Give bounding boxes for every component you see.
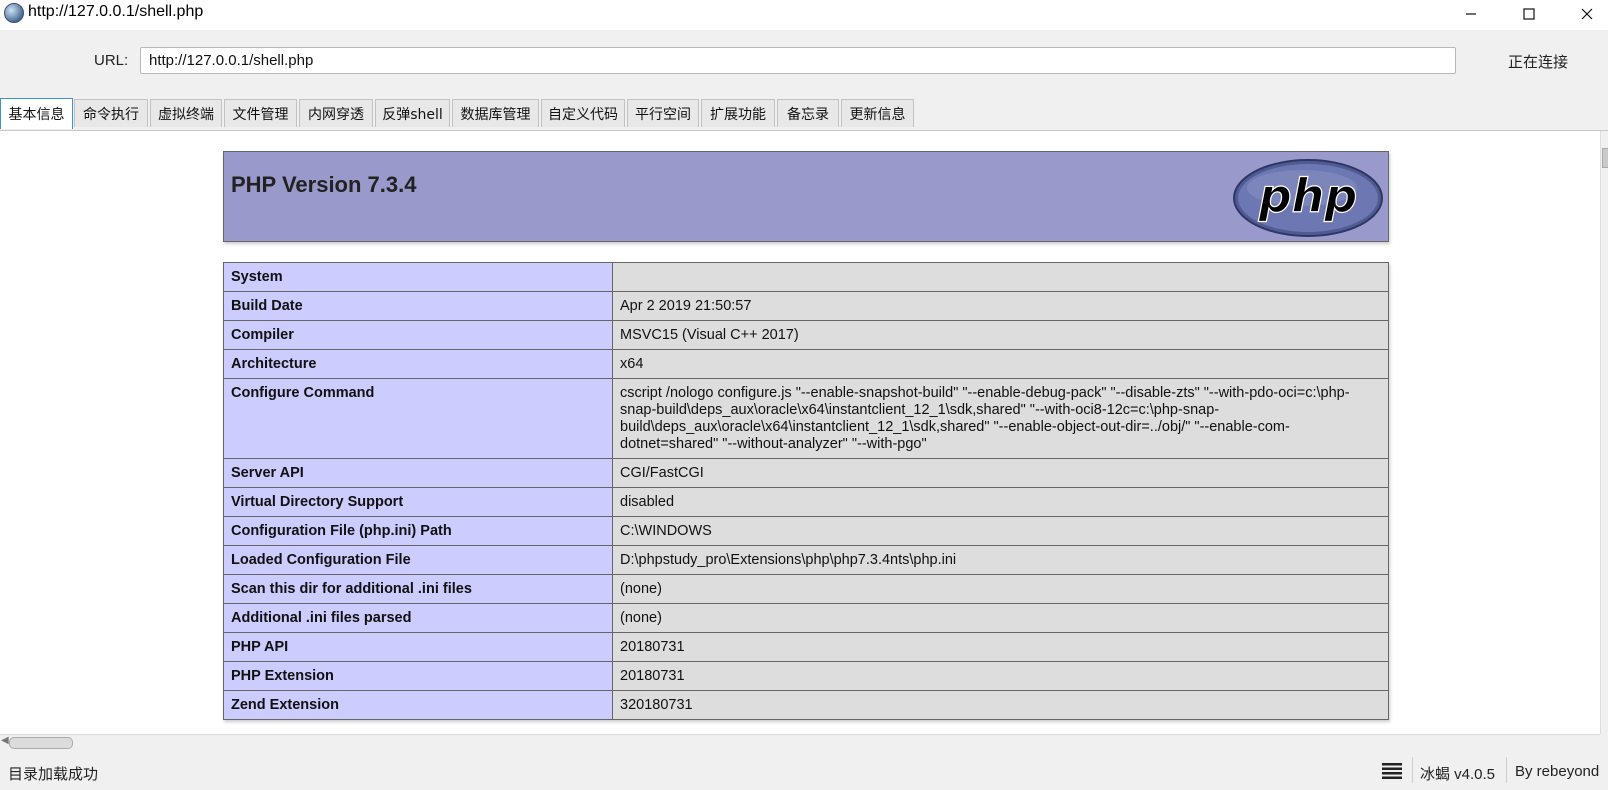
phpinfo-key: Additional .ini files parsed — [223, 603, 613, 633]
phpinfo-value: D:\phpstudy_pro\Extensions\php\php7.3.4n… — [612, 545, 1389, 575]
scroll-left-arrow-icon[interactable]: ◀ — [1, 735, 9, 746]
phpinfo-row: Build Date Apr 2 2019 21:50:57 — [223, 291, 1389, 321]
phpinfo-key: Configuration File (php.ini) Path — [223, 516, 613, 546]
phpinfo-row: PHP API 20180731 — [223, 632, 1389, 662]
horizontal-scroll-thumb[interactable] — [9, 737, 73, 749]
phpinfo-value: 20180731 — [612, 632, 1389, 662]
phpinfo-row: Server API CGI/FastCGI — [223, 458, 1389, 488]
phpinfo-key: Loaded Configuration File — [223, 545, 613, 575]
vertical-scroll-thumb[interactable] — [1602, 148, 1608, 168]
tab-memo[interactable]: 备忘录 — [777, 99, 839, 127]
connection-status: 正在连接 — [1508, 54, 1569, 71]
phpinfo-row: Compiler MSVC15 (Visual C++ 2017) — [223, 320, 1389, 350]
php-version-header: PHP Version 7.3.4 php — [223, 151, 1389, 242]
status-separator — [1506, 757, 1507, 783]
phpinfo-row: Architecture x64 — [223, 349, 1389, 379]
phpinfo-table: System Build Date Apr 2 2019 21:50:57 Comp… — [223, 262, 1389, 720]
url-bar: URL: 正在连接 — [0, 30, 1608, 92]
phpinfo-key: Architecture — [223, 349, 613, 379]
tab-bar: 基本信息 命令执行 虚拟终端 文件管理 内网穿透 反弹shell 数据库管理 自… — [0, 98, 1608, 131]
phpinfo-row: Virtual Directory Support disabled — [223, 487, 1389, 517]
phpinfo-value: C:\WINDOWS — [612, 516, 1389, 546]
app-icon — [4, 3, 24, 23]
phpinfo-value: 20180731 — [612, 661, 1389, 691]
horizontal-scrollbar[interactable] — [0, 734, 1600, 749]
tab-update-info[interactable]: 更新信息 — [841, 99, 914, 127]
phpinfo-key: Zend Extension — [223, 690, 613, 720]
phpinfo-value: CGI/FastCGI — [612, 458, 1389, 488]
status-message: 目录加载成功 — [8, 766, 99, 783]
phpinfo-row: Zend Extension 320180731 — [223, 690, 1389, 720]
phpinfo-value: cscript /nologo configure.js "--enable-s… — [612, 378, 1389, 459]
phpinfo-panel: PHP Version 7.3.4 php System Build Date A… — [0, 131, 1600, 734]
maximize-button[interactable] — [1506, 0, 1552, 28]
minimize-button[interactable] — [1448, 0, 1494, 28]
close-button[interactable] — [1564, 0, 1608, 28]
tab-basic-info[interactable]: 基本信息 — [0, 98, 73, 129]
tab-command-exec[interactable]: 命令执行 — [74, 99, 148, 127]
phpinfo-value: MSVC15 (Visual C++ 2017) — [612, 320, 1389, 350]
phpinfo-key: Virtual Directory Support — [223, 487, 613, 517]
vertical-scrollbar[interactable] — [1600, 131, 1608, 734]
tab-reverse-shell[interactable]: 反弹shell — [375, 99, 450, 127]
minimize-icon — [1466, 13, 1476, 15]
phpinfo-row: Loaded Configuration File D:\phpstudy_pro… — [223, 545, 1389, 575]
phpinfo-value: x64 — [612, 349, 1389, 379]
tab-custom-code[interactable]: 自定义代码 — [541, 99, 625, 127]
phpinfo-value: Apr 2 2019 21:50:57 — [612, 291, 1389, 321]
phpinfo-value: (none) — [612, 603, 1389, 633]
author-label: By rebeyond — [1515, 763, 1600, 780]
menu-lines-icon[interactable] — [1382, 763, 1402, 779]
tab-intranet-tunnel[interactable]: 内网穿透 — [299, 99, 373, 127]
phpinfo-key: PHP API — [223, 632, 613, 662]
phpinfo-key: Compiler — [223, 320, 613, 350]
phpinfo-key: PHP Extension — [223, 661, 613, 691]
phpinfo-key: Server API — [223, 458, 613, 488]
tab-file-manager[interactable]: 文件管理 — [224, 99, 297, 127]
phpinfo-value: disabled — [612, 487, 1389, 517]
url-input[interactable] — [140, 47, 1456, 74]
tab-virtual-terminal[interactable]: 虚拟终端 — [150, 99, 222, 127]
phpinfo-row: Configure Command cscript /nologo configu… — [223, 378, 1389, 459]
phpinfo-row: Additional .ini files parsed (none) — [223, 603, 1389, 633]
url-label: URL: — [94, 52, 129, 69]
status-bar: 目录加载成功 冰蝎 v4.0.5 By rebeyond — [0, 749, 1608, 790]
phpinfo-row: Configuration File (php.ini) Path C:\WIND… — [223, 516, 1389, 546]
maximize-icon — [1523, 8, 1535, 20]
phpinfo-value: (none) — [612, 574, 1389, 604]
php-logo: php — [1233, 159, 1383, 237]
phpinfo-row: System — [223, 262, 1389, 292]
tab-parallel-space[interactable]: 平行空间 — [627, 99, 699, 127]
version-label: 冰蝎 v4.0.5 — [1420, 766, 1496, 783]
phpinfo-value — [612, 262, 1389, 292]
phpinfo-key: Configure Command — [223, 378, 613, 459]
tab-extensions[interactable]: 扩展功能 — [701, 99, 775, 127]
php-version-title: PHP Version 7.3.4 — [231, 172, 417, 197]
tab-database-manager[interactable]: 数据库管理 — [452, 99, 539, 127]
phpinfo-row: PHP Extension 20180731 — [223, 661, 1389, 691]
phpinfo-row: Scan this dir for additional .ini files(… — [223, 574, 1389, 604]
status-separator — [1412, 757, 1413, 783]
phpinfo-value: 320180731 — [612, 690, 1389, 720]
phpinfo-key: System — [223, 262, 613, 292]
close-icon — [1581, 8, 1593, 20]
window-title: http://127.0.0.1/shell.php — [28, 3, 204, 20]
window-titlebar: http://127.0.0.1/shell.php — [0, 0, 1608, 30]
phpinfo-key: Build Date — [223, 291, 613, 321]
phpinfo-key: Scan this dir for additional .ini files — [223, 574, 613, 604]
php-logo-text: php — [1258, 169, 1358, 223]
